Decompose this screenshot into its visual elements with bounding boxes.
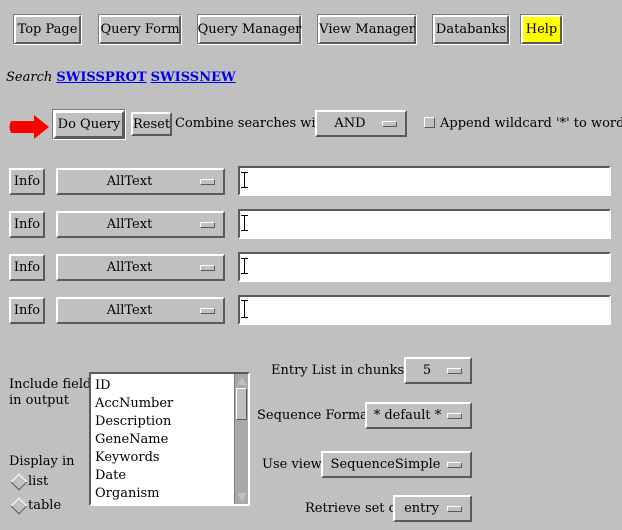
include-fields-label: Include fields in output [9,377,98,409]
retrieve-set-value: entry [404,501,439,516]
view-manager-frame: View Manager [317,14,417,45]
help-button[interactable]: Help [521,15,562,44]
query-form-button[interactable]: Query Form [99,15,181,44]
field-select-value: AllText [106,217,153,232]
field-select-value: AllText [106,303,153,318]
list-item[interactable]: Keywords [91,449,248,467]
combine-select-value: AND [334,116,366,131]
combine-label: Combine searches with [175,116,330,131]
use-view-select[interactable]: SequenceSimple [321,451,472,478]
query-text-input[interactable] [238,209,611,239]
field-select-value: AllText [106,260,153,275]
list-item[interactable]: ID [91,377,248,395]
option-menu-indicator-icon [200,264,215,271]
use-view-value: SequenceSimple [330,457,441,472]
retrieve-set-select[interactable]: entry [393,495,472,522]
display-list-radio[interactable] [10,473,28,491]
display-table-radio[interactable] [10,497,28,515]
query-manager-button[interactable]: Query Manager [198,15,301,44]
view-manager-button[interactable]: View Manager [318,15,416,44]
wildcard-checkbox[interactable] [424,117,435,128]
use-view-label: Use view [262,457,322,472]
list-item[interactable]: AccNumber [91,395,248,413]
list-item[interactable]: Organism [91,485,248,503]
info-button[interactable]: Info [9,297,45,324]
option-menu-indicator-icon [447,367,462,374]
text-cursor-icon [241,258,250,274]
query-manager-frame: Query Manager [197,14,302,45]
list-item[interactable]: Description [91,413,248,431]
option-menu-indicator-icon [447,412,462,419]
option-menu-indicator-icon [447,461,462,468]
databank-link-swissnew[interactable]: SWISSNEW [151,70,236,85]
databanks-frame: Databanks [432,14,510,45]
list-item[interactable]: GeneName [91,431,248,449]
text-cursor-icon [241,300,250,318]
chunks-label: Entry List in chunks of [271,363,421,378]
scroll-down-icon[interactable] [237,493,247,502]
info-button[interactable]: Info [9,254,45,281]
query-form-frame: Query Form [98,14,182,45]
display-table-label: table [28,498,62,513]
display-in-label: Display in [9,454,75,469]
include-fields-label-line1: Include fields [9,377,98,392]
search-prefix: Search [6,70,53,85]
field-select[interactable]: AllText [56,168,225,195]
sequence-format-value: * default * [373,408,442,423]
chunks-select[interactable]: 5 [404,357,472,384]
sequence-format-select[interactable]: * default * [365,402,472,429]
reset-button[interactable]: Reset [131,112,172,136]
top-page-frame: Top Page [13,14,82,45]
query-text-input[interactable] [238,166,611,196]
field-select[interactable]: AllText [56,211,225,238]
option-menu-indicator-icon [200,307,215,314]
do-query-frame: Do Query [52,109,126,140]
chunks-select-value: 5 [422,363,432,378]
display-list-label: list [28,474,49,489]
info-button[interactable]: Info [9,168,45,195]
query-text-input[interactable] [238,295,611,325]
include-fields-label-line2: in output [9,393,70,408]
wildcard-label: Append wildcard '*' to words. [440,116,622,131]
field-select[interactable]: AllText [56,254,225,281]
do-query-button[interactable]: Do Query [53,110,125,139]
top-page-button[interactable]: Top Page [14,15,81,44]
list-item[interactable]: Date [91,467,248,485]
sequence-format-label: Sequence Format [257,408,374,423]
databanks-button[interactable]: Databanks [433,15,509,44]
databank-link-swissprot[interactable]: SWISSPROT [56,70,146,85]
option-menu-indicator-icon [447,505,462,512]
info-button[interactable]: Info [9,211,45,238]
text-cursor-icon [241,215,250,231]
scrollbar-thumb[interactable] [236,388,247,420]
query-text-input[interactable] [238,252,611,282]
search-line: Search SWISSPROT SWISSNEW [6,70,236,85]
field-select-value: AllText [106,174,153,189]
scroll-up-icon[interactable] [237,376,247,385]
help-frame: Help [520,14,563,45]
listbox-scrollbar[interactable] [234,374,248,504]
option-menu-indicator-icon [200,178,215,185]
fields-listbox[interactable]: ID AccNumber Description GeneName Keywor… [89,372,250,506]
arrow-right-icon [9,115,49,139]
text-cursor-icon [241,172,250,188]
combine-select[interactable]: AND [315,110,407,137]
option-menu-indicator-icon [200,221,215,228]
option-menu-indicator-icon [382,120,397,127]
retrieve-set-label: Retrieve set of [305,501,402,516]
field-select[interactable]: AllText [56,297,225,324]
